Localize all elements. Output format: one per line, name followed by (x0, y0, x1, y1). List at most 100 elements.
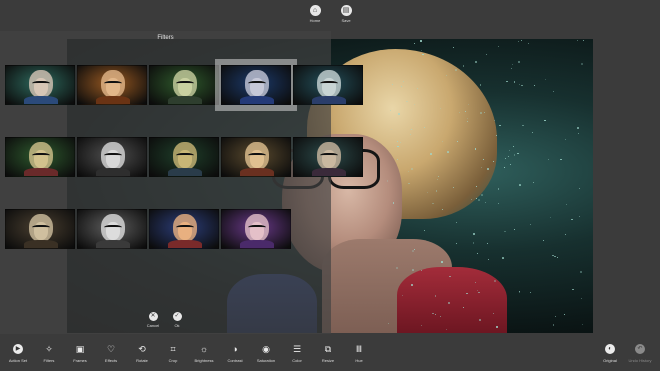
rain-speck (449, 275, 451, 278)
filter-thumbnail[interactable] (221, 209, 291, 249)
filter-thumbnail[interactable] (5, 65, 75, 105)
filter-thumbnail[interactable] (293, 65, 363, 105)
cancel-button[interactable]: ✕ Cancel (143, 312, 163, 328)
filter-thumbnail[interactable] (5, 209, 75, 249)
filter-thumbnail[interactable] (149, 209, 219, 249)
undo-history-icon: ↶ (635, 344, 645, 354)
thumbnail-glasses (32, 153, 50, 159)
rain-speck (420, 49, 422, 51)
frames-icon: ▣ (75, 344, 85, 354)
thumbnail-body (96, 240, 130, 248)
rain-speck (403, 80, 405, 82)
rain-speck (571, 218, 573, 221)
rain-speck (529, 291, 531, 293)
rain-speck (486, 242, 489, 245)
color-button[interactable]: ☰ Color (281, 344, 313, 363)
saturation-label: Saturation (256, 358, 276, 363)
thumbnail-body (24, 240, 58, 248)
filter-thumbnail[interactable] (149, 137, 219, 177)
thumbnail-body (312, 168, 346, 176)
thumbnail-glasses (176, 81, 194, 87)
saturation-button[interactable]: ◉ Saturation (250, 344, 282, 363)
hue-label: Hue (355, 358, 363, 363)
rain-speck (410, 284, 413, 286)
rain-speck (485, 54, 487, 56)
rain-speck (411, 167, 414, 170)
rain-speck (497, 188, 500, 191)
top-app-bar: ⌂ Home ▤ Save (0, 0, 660, 30)
rain-speck (521, 124, 524, 127)
rain-speck (544, 119, 546, 122)
original-label: Original (603, 358, 617, 363)
filter-thumbnail[interactable] (293, 137, 363, 177)
rotate-button[interactable]: ⟲ Rotate (126, 344, 158, 363)
filter-thumbnail[interactable] (215, 59, 297, 111)
rain-speck (420, 39, 423, 42)
rain-speck (466, 117, 469, 119)
action-set-button[interactable]: ▶ Action Set (2, 344, 34, 363)
thumbnail-glasses (320, 81, 338, 87)
color-label: Color (292, 358, 302, 363)
rain-speck (518, 83, 521, 86)
home-button[interactable]: ⌂ Home (300, 5, 330, 23)
filter-thumbnail[interactable] (77, 65, 147, 105)
save-label: Save (341, 18, 351, 23)
home-label: Home (309, 18, 321, 23)
filter-thumbnail[interactable] (77, 137, 147, 177)
rain-speck (582, 324, 584, 326)
thumbnail-glasses (176, 153, 194, 159)
action-set-icon: ▶ (13, 344, 23, 354)
rain-speck (530, 224, 532, 226)
rain-speck (504, 230, 506, 232)
original-button[interactable]: ◐ Original (594, 344, 626, 363)
ok-button[interactable]: ✓ Ok (167, 312, 187, 328)
thumbnail-body (240, 240, 274, 248)
rain-speck (412, 269, 414, 271)
rain-speck (454, 69, 457, 71)
rain-speck (481, 194, 483, 196)
hue-button[interactable]: Ⅲ Hue (343, 344, 375, 363)
rain-speck (435, 190, 437, 192)
rain-speck (581, 63, 584, 65)
rain-speck (479, 111, 482, 114)
rain-speck (477, 253, 479, 255)
resize-button[interactable]: ⧉ Resize (312, 344, 344, 363)
rain-speck (517, 41, 519, 42)
save-button[interactable]: ▤ Save (331, 5, 361, 23)
rain-speck (513, 81, 516, 84)
contrast-button[interactable]: ◑ Contrast (219, 344, 251, 363)
rain-speck (463, 65, 465, 67)
thumbnail-body (168, 240, 202, 248)
frames-button[interactable]: ▣ Frames (64, 344, 96, 363)
crop-button[interactable]: ⌗ Crop (157, 344, 189, 363)
ok-label: Ok (174, 323, 180, 328)
rain-speck (475, 60, 477, 63)
thumbnail-body (96, 96, 130, 104)
rain-speck (467, 103, 470, 105)
frames-label: Frames (73, 358, 87, 363)
filter-thumbnail[interactable] (5, 137, 75, 177)
filter-thumbnail[interactable] (221, 137, 291, 177)
rain-speck (580, 270, 583, 273)
rain-speck (479, 84, 481, 86)
filter-thumbnail[interactable] (77, 209, 147, 249)
filters-button[interactable]: ✧ Filters (33, 344, 65, 363)
rain-speck (579, 215, 581, 217)
rain-speck (506, 80, 508, 83)
rain-speck (473, 233, 476, 236)
effects-button[interactable]: ♡ Effects (95, 344, 127, 363)
rain-speck (416, 87, 418, 89)
rain-speck (582, 40, 584, 42)
photo-subject-top (397, 267, 507, 333)
brightness-button[interactable]: ☼ Brightness (188, 344, 220, 363)
filter-thumbnail[interactable] (149, 65, 219, 105)
rain-speck (448, 302, 450, 304)
rotate-icon: ⟲ (138, 344, 146, 354)
resize-icon: ⧉ (324, 344, 332, 354)
rain-speck (413, 42, 416, 45)
color-icon: ☰ (292, 344, 302, 354)
save-icon: ▤ (340, 5, 352, 16)
rain-speck (533, 85, 535, 87)
rain-speck (475, 185, 477, 187)
rain-speck (456, 221, 457, 223)
